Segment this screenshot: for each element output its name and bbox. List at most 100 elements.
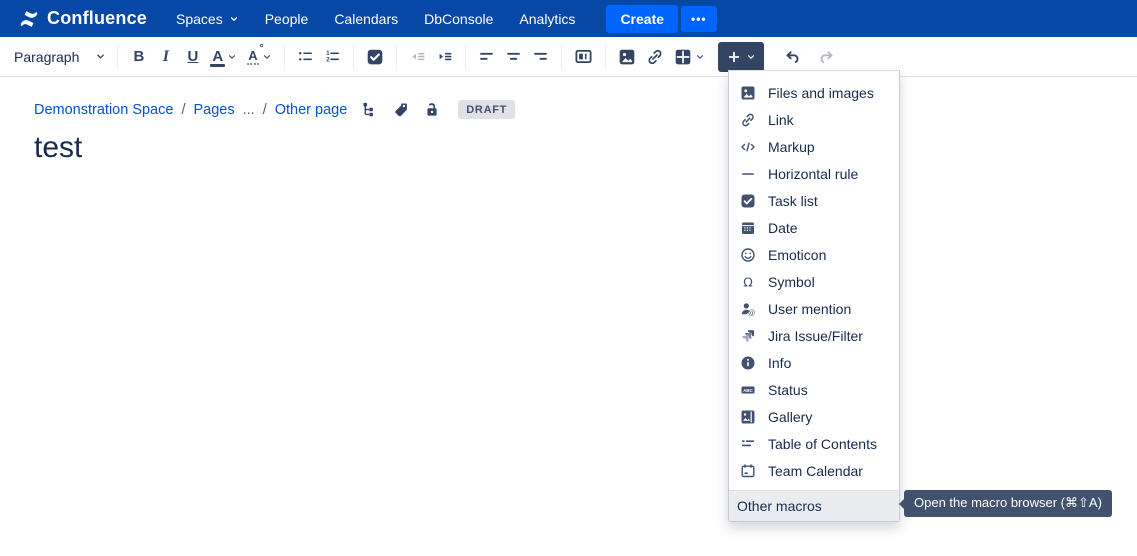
menu-item-emoticon[interactable]: Emoticon	[729, 241, 899, 268]
menu-item-gallery[interactable]: Gallery	[729, 403, 899, 430]
confluence-logo-icon	[18, 8, 40, 30]
toolbar-divider	[605, 45, 606, 69]
breadcrumb-current-page-link[interactable]: Other page	[275, 102, 348, 118]
breadcrumb-separator: /	[181, 102, 185, 118]
team-calendar-icon	[740, 463, 756, 479]
underline-button[interactable]: U	[179, 43, 206, 71]
bullet-list-button[interactable]	[292, 43, 319, 71]
link-icon	[740, 112, 756, 128]
chevron-down-icon	[695, 52, 705, 62]
align-center-button[interactable]	[500, 43, 527, 71]
nav-item-label: Calendars	[334, 11, 398, 27]
menu-item-user-mention[interactable]: @ User mention	[729, 295, 899, 322]
menu-item-table-of-contents[interactable]: Table of Contents	[729, 430, 899, 457]
menu-item-team-calendar[interactable]: Team Calendar	[729, 457, 899, 484]
italic-button[interactable]: I	[152, 43, 179, 71]
insert-image-button[interactable]	[613, 43, 641, 71]
symbol-omega-icon: Ω	[740, 274, 756, 290]
menu-item-task-list[interactable]: Task list	[729, 187, 899, 214]
breadcrumb-space-link[interactable]: Demonstration Space	[34, 102, 173, 118]
align-right-icon	[532, 48, 549, 65]
menu-item-files-and-images[interactable]: Files and images	[729, 79, 899, 106]
toolbar-divider	[284, 45, 285, 69]
chevron-down-icon	[229, 14, 239, 24]
undo-button[interactable]	[778, 43, 806, 71]
menu-item-label: Symbol	[768, 274, 815, 290]
menu-item-label: Task list	[768, 193, 818, 209]
breadcrumb-collapsed[interactable]: ...	[243, 102, 255, 118]
menu-item-markup[interactable]: Markup	[729, 133, 899, 160]
task-list-icon	[740, 193, 756, 209]
gallery-icon	[740, 409, 756, 425]
numbered-list-button[interactable]: 12	[319, 43, 346, 71]
nav-item-label: Analytics	[519, 11, 575, 27]
editor-toolbar: Paragraph B I U A A 12	[0, 37, 1137, 77]
breadcrumb-pages-link[interactable]: Pages	[193, 102, 234, 118]
menu-item-jira-issue-filter[interactable]: Jira Issue/Filter	[729, 322, 899, 349]
labels-tag-icon[interactable]	[392, 101, 409, 118]
menu-item-label: Status	[768, 382, 808, 398]
align-right-button[interactable]	[527, 43, 554, 71]
status-icon: ABC	[740, 382, 756, 398]
create-button[interactable]: Create	[606, 5, 678, 33]
menu-item-horizontal-rule[interactable]: Horizontal rule	[729, 160, 899, 187]
insert-link-button[interactable]	[641, 43, 669, 71]
insert-more-content-button[interactable]	[718, 42, 764, 72]
menu-item-symbol[interactable]: Ω Symbol	[729, 268, 899, 295]
page-layout-button[interactable]	[569, 43, 598, 71]
paragraph-style-label: Paragraph	[14, 49, 79, 65]
nav-item-dbconsole[interactable]: DbConsole	[411, 0, 506, 37]
nav-item-calendars[interactable]: Calendars	[321, 0, 411, 37]
menu-item-other-macros[interactable]: Other macros	[729, 490, 899, 521]
svg-text:ABC: ABC	[743, 387, 753, 392]
page-tree-icon[interactable]	[361, 101, 378, 118]
more-formatting-button[interactable]: A	[242, 43, 276, 71]
align-left-button[interactable]	[473, 43, 500, 71]
top-navigation-bar: Confluence Spaces People Calendars DbCon…	[0, 0, 1137, 37]
nav-item-analytics[interactable]: Analytics	[506, 0, 588, 37]
nav-item-spaces[interactable]: Spaces	[163, 0, 252, 37]
toolbar-divider	[353, 45, 354, 69]
indent-button[interactable]	[431, 43, 458, 71]
svg-text:Ω: Ω	[743, 274, 753, 289]
bold-button[interactable]: B	[125, 43, 152, 71]
menu-item-info[interactable]: Info	[729, 349, 899, 376]
menu-item-label: Files and images	[768, 85, 874, 101]
paragraph-style-dropdown[interactable]: Paragraph	[10, 43, 110, 71]
menu-item-label: Jira Issue/Filter	[768, 328, 863, 344]
link-icon	[646, 48, 664, 66]
task-list-button[interactable]	[361, 43, 389, 71]
insert-table-button[interactable]	[669, 43, 710, 71]
toolbar-divider	[465, 45, 466, 69]
unlocked-icon[interactable]	[423, 101, 440, 118]
toolbar-divider	[561, 45, 562, 69]
page-title-input[interactable]: test	[34, 131, 82, 165]
nav-item-people[interactable]: People	[252, 0, 322, 37]
menu-item-link[interactable]: Link	[729, 106, 899, 133]
toolbar-divider	[117, 45, 118, 69]
jira-icon	[740, 328, 756, 344]
underline-icon: U	[187, 48, 198, 65]
logo-text: Confluence	[47, 8, 147, 29]
confluence-logo[interactable]: Confluence	[18, 8, 147, 30]
table-icon	[674, 48, 692, 66]
nav-more-button[interactable]: •••	[681, 6, 717, 32]
more-formatting-icon: A	[247, 48, 258, 65]
menu-item-status[interactable]: ABC Status	[729, 376, 899, 403]
bold-icon: B	[133, 48, 144, 65]
plus-icon	[726, 49, 742, 65]
toolbar-divider	[396, 45, 397, 69]
menu-item-label: Gallery	[768, 409, 812, 425]
date-icon	[740, 220, 756, 236]
text-color-button[interactable]: A	[206, 43, 242, 71]
menu-item-label: Date	[768, 220, 798, 236]
numbered-list-icon: 12	[324, 48, 341, 65]
table-of-contents-icon	[740, 436, 756, 452]
nav-item-label: People	[265, 11, 309, 27]
files-and-images-icon	[740, 85, 756, 101]
undo-icon	[783, 48, 801, 66]
menu-item-date[interactable]: Date	[729, 214, 899, 241]
nav-item-label: Spaces	[176, 11, 223, 27]
info-icon	[740, 355, 756, 371]
emoticon-icon	[740, 247, 756, 263]
